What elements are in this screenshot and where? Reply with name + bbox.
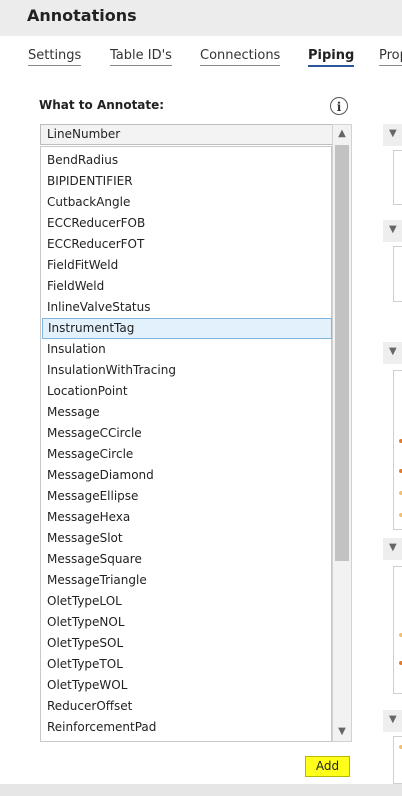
side-section-header-5[interactable]: ▼ <box>383 710 402 732</box>
list-item[interactable]: InlineValveStatus <box>42 297 332 318</box>
list-item[interactable]: OletTypeTOL <box>42 654 332 675</box>
side-box-1 <box>393 150 402 205</box>
chevron-down-icon: ▼ <box>389 714 397 725</box>
selected-value-field[interactable]: LineNumber <box>40 124 336 145</box>
annotation-list[interactable]: BendRadius BIPIDENTIFIER CutbackAngle ECCRe… <box>40 146 332 742</box>
what-to-annotate-label: What to Annotate: <box>39 98 165 112</box>
list-item[interactable]: MessageCircle <box>42 444 332 465</box>
side-section-header-1[interactable]: ▼ <box>383 124 402 146</box>
list-item[interactable]: MessageHexa <box>42 507 332 528</box>
chevron-down-icon[interactable]: ▼ <box>337 727 347 737</box>
info-icon[interactable]: i <box>330 97 348 115</box>
tab-connections[interactable]: Connections <box>200 48 281 66</box>
tab-settings[interactable]: Settings <box>28 48 82 66</box>
list-item[interactable]: OletTypeLOL <box>42 591 332 612</box>
side-section-header-4[interactable]: ▼ <box>383 538 402 560</box>
chevron-down-icon: ▼ <box>389 542 397 553</box>
side-box-3 <box>393 370 402 530</box>
list-item[interactable]: ECCReducerFOB <box>42 213 332 234</box>
add-button[interactable]: Add <box>305 756 350 777</box>
list-item[interactable]: ReinforcementPad <box>42 717 332 738</box>
list-item[interactable]: FieldWeld <box>42 276 332 297</box>
list-item[interactable]: OletTypeSOL <box>42 633 332 654</box>
side-box-2 <box>393 246 402 302</box>
page-title: Annotations <box>27 6 137 25</box>
list-item[interactable]: CutbackAngle <box>42 192 332 213</box>
chevron-down-icon: ▼ <box>389 128 397 139</box>
list-item[interactable]: MessageSquare <box>42 549 332 570</box>
list-item[interactable]: BendRadius <box>42 150 332 171</box>
chevron-down-icon: ▼ <box>389 346 397 357</box>
tab-table-ids[interactable]: Table ID's <box>110 48 172 66</box>
chevron-up-icon[interactable]: ▲ <box>337 129 347 139</box>
chevron-down-icon: ▼ <box>389 224 397 235</box>
list-item[interactable]: ECCReducerFOT <box>42 234 332 255</box>
list-item[interactable]: MessageTriangle <box>42 570 332 591</box>
list-item[interactable]: MessageEllipse <box>42 486 332 507</box>
side-box-4 <box>393 566 402 694</box>
list-item[interactable]: InsulationWithTracing <box>42 360 332 381</box>
tab-prop[interactable]: Prop <box>379 48 402 66</box>
list-item[interactable]: InstrumentTag <box>42 318 332 339</box>
list-item[interactable]: Insulation <box>42 339 332 360</box>
list-item[interactable]: FieldFitWeld <box>42 255 332 276</box>
side-section-header-3[interactable]: ▼ <box>383 342 402 364</box>
side-box-5 <box>393 736 402 784</box>
list-item[interactable]: LocationPoint <box>42 381 332 402</box>
tab-bar: Settings Table ID's Connections Piping P… <box>0 48 402 74</box>
list-item[interactable]: MessageSlot <box>42 528 332 549</box>
list-item[interactable]: MessageCCircle <box>42 423 332 444</box>
footer-strip <box>0 784 402 796</box>
list-item[interactable]: OletTypeNOL <box>42 612 332 633</box>
side-section-header-2[interactable]: ▼ <box>383 220 402 242</box>
scroll-thumb[interactable] <box>335 145 349 561</box>
list-item[interactable]: ReducerOffset <box>42 696 332 717</box>
list-item[interactable]: MessageDiamond <box>42 465 332 486</box>
title-bar: Annotations <box>0 0 402 36</box>
list-scrollbar[interactable]: ▲ ▼ <box>332 124 352 742</box>
tab-piping[interactable]: Piping <box>308 48 355 67</box>
list-item[interactable]: BIPIDENTIFIER <box>42 171 332 192</box>
list-item[interactable]: OletTypeWOL <box>42 675 332 696</box>
list-item[interactable]: Message <box>42 402 332 423</box>
